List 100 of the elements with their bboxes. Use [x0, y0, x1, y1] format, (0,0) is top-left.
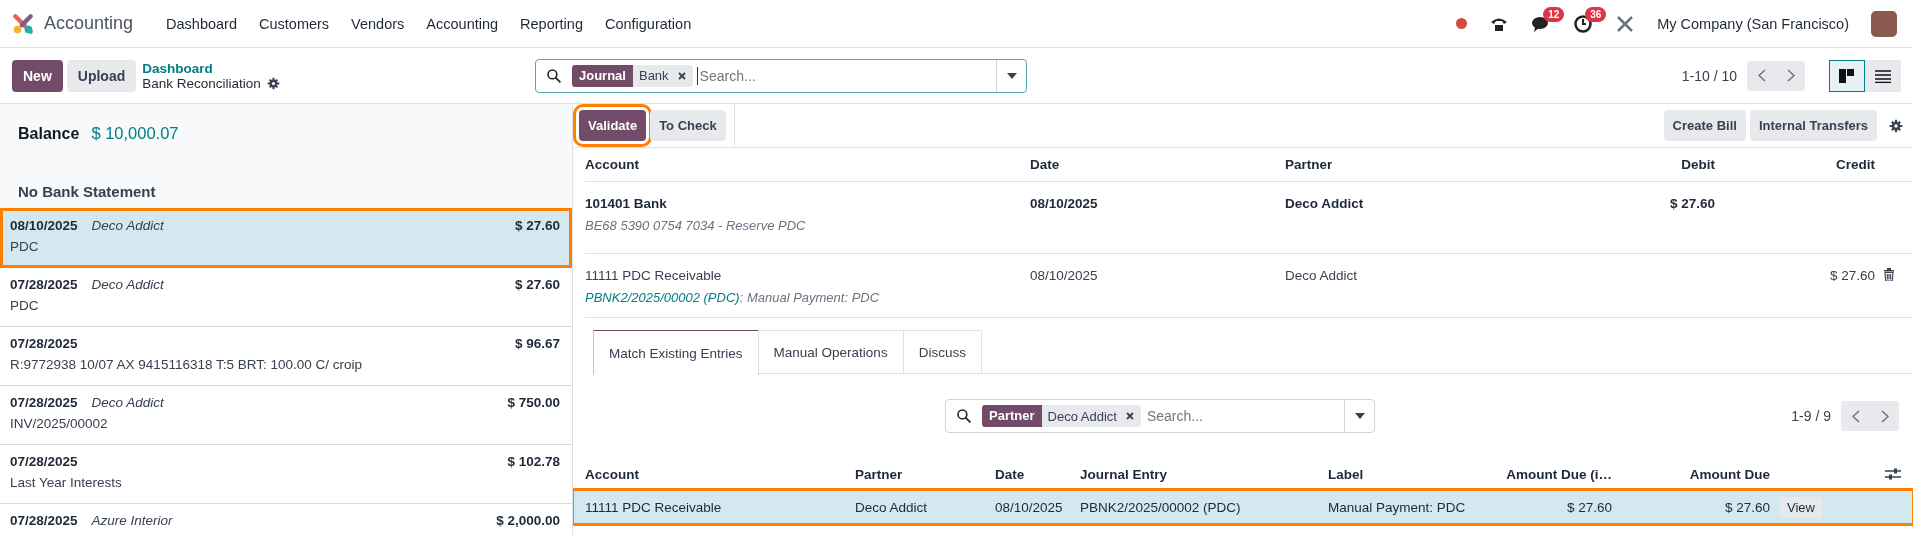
balance-label: Balance [18, 125, 80, 143]
entry-date: 08/10/2025 [1030, 196, 1098, 211]
chevron-right-icon [1786, 69, 1795, 82]
line-amount: $ 27.60 [514, 277, 560, 292]
column-header: Debit [1535, 148, 1715, 182]
column-header: Date [995, 465, 1026, 484]
column-header: Amount Due (i… [1505, 465, 1612, 484]
column-header: Label [1328, 465, 1365, 484]
line-label: INV/2025/00002 [10, 416, 109, 431]
view-button[interactable]: View [1780, 496, 1822, 518]
pager-text: 1-9 / 9 [1791, 408, 1831, 424]
line-date: 07/28/2025 [10, 277, 78, 292]
search-field[interactable]: Journal Bank Search... [535, 58, 1027, 93]
balance-amount: $ 10,000.07 [91, 124, 179, 143]
upload-button[interactable]: Upload [66, 59, 137, 92]
settings-icon[interactable] [1889, 118, 1903, 133]
column-header: Partner [855, 465, 904, 484]
internal-transfers-button[interactable]: Internal Transfers [1749, 110, 1877, 141]
list-view-button[interactable] [1865, 59, 1901, 92]
menu-item[interactable]: Configuration [593, 15, 703, 32]
line-label: PDC [10, 239, 40, 254]
table-cell: 08/10/2025 [995, 499, 1063, 515]
trash-icon[interactable] [1883, 268, 1895, 281]
line-partner: Azure Interior [91, 513, 174, 528]
new-button[interactable]: New [12, 59, 63, 92]
company-name[interactable]: My Company (San Francisco) [1657, 15, 1849, 32]
table-cell: PBNK2/2025/00002 (PDC) [1080, 499, 1241, 515]
message-count-badge: 12 [1543, 6, 1565, 22]
statement-line[interactable]: 07/28/2025 Deco Addict $ 27.60 PDC [0, 267, 572, 327]
search-icon [546, 67, 562, 84]
search-field[interactable]: Partner Deco Addict Search... [945, 399, 1375, 433]
close-icon[interactable] [1124, 411, 1135, 421]
group-header: No Bank Statement [18, 183, 157, 200]
journal-entry-link[interactable]: PBNK2/2025/00002 (PDC) [585, 290, 740, 305]
line-amount: $ 750.00 [507, 395, 560, 410]
column-header: Credit [1715, 148, 1875, 182]
filter-facet-label: Journal [572, 64, 633, 87]
user-avatar[interactable] [1871, 10, 1897, 37]
account-name: 101401 Bank [585, 196, 668, 211]
line-date: 08/10/2025 [10, 218, 78, 233]
sliders-icon[interactable] [1885, 467, 1901, 481]
entry-partner: Deco Addict [1285, 196, 1364, 211]
line-label: R:9772938 10/07 AX 9415116318 T:5 BRT: 100.00 C/ croip [10, 357, 363, 372]
statement-line[interactable]: 07/28/2025 Deco Addict $ 750.00 INV/2025/00002 [0, 385, 572, 445]
filter-facet-label: Partner [982, 405, 1042, 427]
table-cell: 11111 PDC Receivable [585, 499, 722, 515]
tab[interactable]: Manual Operations [757, 330, 904, 373]
statement-line[interactable]: 07/28/2025 Azure Interior $ 2,000.00 [0, 503, 572, 535]
column-header: Account [585, 465, 640, 484]
settings-icon[interactable] [266, 76, 280, 90]
statement-line[interactable]: 07/28/2025 $ 96.67 R:9772938 10/07 AX 9415116318 T:5 BRT: 100.00 C/ croip [0, 326, 572, 386]
line-partner: Deco Addict [91, 218, 165, 233]
entry-reference: PBNK2/2025/00002 (PDC): Manual Payment: PDC [585, 290, 881, 305]
recording-dot-icon[interactable] [1456, 18, 1468, 29]
matching-row[interactable]: 11111 PDC Receivable Deco Addict 08/10/2025 PBNK2/2025/00002 (PDC) Manual Payment: PDC $ 27.60 $ 27.60 View [573, 490, 1913, 524]
line-amount: $ 102.78 [507, 454, 560, 469]
menu-item[interactable]: Vendors [340, 15, 416, 32]
entry-date: 08/10/2025 [1030, 268, 1098, 283]
debit-amount: $ 27.60 [1669, 196, 1715, 213]
kanban-view-button[interactable] [1829, 59, 1865, 92]
menu-item[interactable]: Accounting [415, 15, 510, 32]
column-header: Date [1030, 148, 1285, 182]
account-name: 11111 PDC Receivable [585, 268, 723, 283]
column-header: Amount Due [1688, 465, 1770, 484]
chevron-left-icon [1851, 409, 1860, 423]
statement-line[interactable]: 07/28/2025 $ 102.78 Last Year Interests [0, 444, 572, 504]
filter-facet-value: Deco Addict [1047, 408, 1117, 424]
credit-amount: $ 27.60 [1829, 268, 1875, 285]
to-check-button[interactable]: To Check [650, 110, 726, 141]
menu-item[interactable]: Reporting [509, 15, 594, 32]
line-partner: Deco Addict [91, 277, 165, 292]
line-amount: $ 2,000.00 [496, 513, 560, 528]
chevron-right-icon [1880, 409, 1889, 423]
logo-icon[interactable] [12, 12, 34, 35]
page-title: Bank Reconciliation [142, 75, 261, 91]
table-cell: Deco Addict [855, 499, 928, 515]
caret-icon[interactable] [1354, 413, 1365, 419]
line-date: 07/28/2025 [10, 454, 78, 469]
column-header: Account [585, 148, 1030, 182]
line-amount: $ 27.60 [514, 218, 560, 233]
pager-text: 1-10 / 10 [1681, 67, 1737, 84]
close-icon[interactable] [676, 70, 687, 81]
column-header: Journal Entry [1080, 465, 1169, 484]
line-partner: Deco Addict [91, 395, 165, 410]
tab[interactable]: Match Existing Entries [593, 330, 759, 375]
table-cell: $ 27.60 [1724, 499, 1770, 515]
create-bill-button[interactable]: Create Bill [1663, 110, 1746, 141]
menu-item[interactable]: Dashboard [155, 15, 248, 32]
line-date: 07/28/2025 [10, 336, 78, 351]
line-date: 07/28/2025 [10, 395, 78, 410]
app-name[interactable]: Accounting [44, 13, 134, 34]
search-icon [956, 408, 972, 424]
menu-item[interactable]: Customers [248, 15, 341, 32]
next-button[interactable] [1776, 60, 1805, 91]
line-label: PDC [10, 298, 40, 313]
previous-button[interactable] [1747, 60, 1776, 91]
chevron-left-icon [1757, 69, 1766, 82]
breadcrumb-link[interactable]: Dashboard [142, 60, 280, 76]
tab[interactable]: Discuss [902, 330, 982, 373]
caret-icon[interactable] [1006, 72, 1017, 79]
